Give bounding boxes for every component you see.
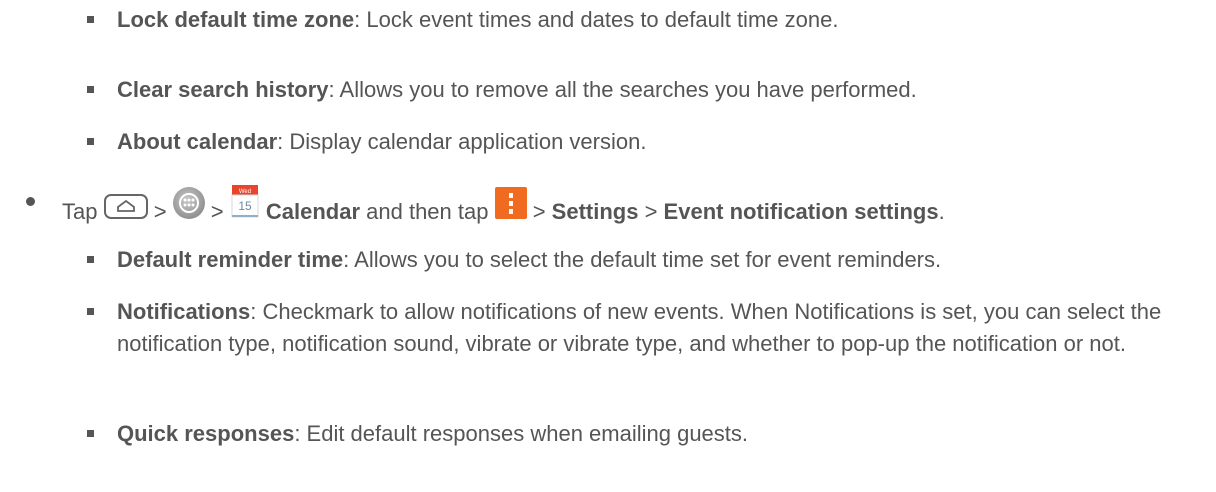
- separator: >: [204, 199, 230, 224]
- round-bullet-icon: [26, 197, 35, 206]
- sub-item-about-calendar: About calendar: Display calendar applica…: [87, 126, 1197, 158]
- calendar-icon-day: Wed: [239, 189, 251, 195]
- square-bullet-icon: [87, 308, 94, 315]
- item-term: Lock default time zone: [117, 7, 355, 32]
- square-bullet-icon: [87, 430, 94, 437]
- tap-word: Tap: [62, 199, 98, 224]
- item-description: : Lock event times and dates to default …: [354, 7, 839, 32]
- square-bullet-icon: [87, 16, 94, 23]
- event-notification-settings-label: Event notification settings: [663, 199, 939, 224]
- sub-item-lock-time-zone: Lock default time zone: Lock event times…: [87, 4, 1197, 36]
- period: .: [938, 199, 945, 224]
- sub-item-clear-search-history: Clear search history: Allows you to remo…: [87, 74, 1197, 106]
- separator: >: [638, 199, 664, 224]
- item-term: Default reminder time: [117, 247, 344, 272]
- settings-label: Settings: [551, 199, 639, 224]
- sub-item-notifications: Notifications: Checkmark to allow notifi…: [87, 296, 1197, 360]
- item-term: About calendar: [117, 129, 278, 154]
- calendar-label: Calendar: [259, 199, 361, 224]
- main-step-item: Tap > > Wed 15 Calendar and then tap > S…: [26, 185, 1206, 228]
- calendar-icon: Wed 15: [230, 185, 260, 219]
- item-term: Quick responses: [117, 421, 295, 446]
- item-term: Notifications: [117, 299, 251, 324]
- home-key-icon: [103, 194, 148, 219]
- square-bullet-icon: [87, 256, 94, 263]
- calendar-icon-date: 15: [238, 199, 252, 213]
- item-description: : Allows you to remove all the searches …: [328, 77, 917, 102]
- separator: >: [147, 199, 173, 224]
- square-bullet-icon: [87, 86, 94, 93]
- and-then-tap: and then tap: [360, 199, 495, 224]
- item-description: : Edit default responses when emailing g…: [294, 421, 749, 446]
- square-bullet-icon: [87, 138, 94, 145]
- separator: >: [526, 199, 552, 224]
- item-description: : Allows you to select the default time …: [343, 247, 942, 272]
- item-description: : Checkmark to allow notifications of ne…: [117, 299, 1162, 356]
- sub-item-quick-responses: Quick responses: Edit default responses …: [87, 418, 1197, 450]
- item-description: : Display calendar application version.: [277, 129, 647, 154]
- menu-icon: [494, 187, 527, 219]
- apps-icon: [172, 187, 205, 219]
- sub-item-default-reminder-time: Default reminder time: Allows you to sel…: [87, 244, 1197, 276]
- item-term: Clear search history: [117, 77, 329, 102]
